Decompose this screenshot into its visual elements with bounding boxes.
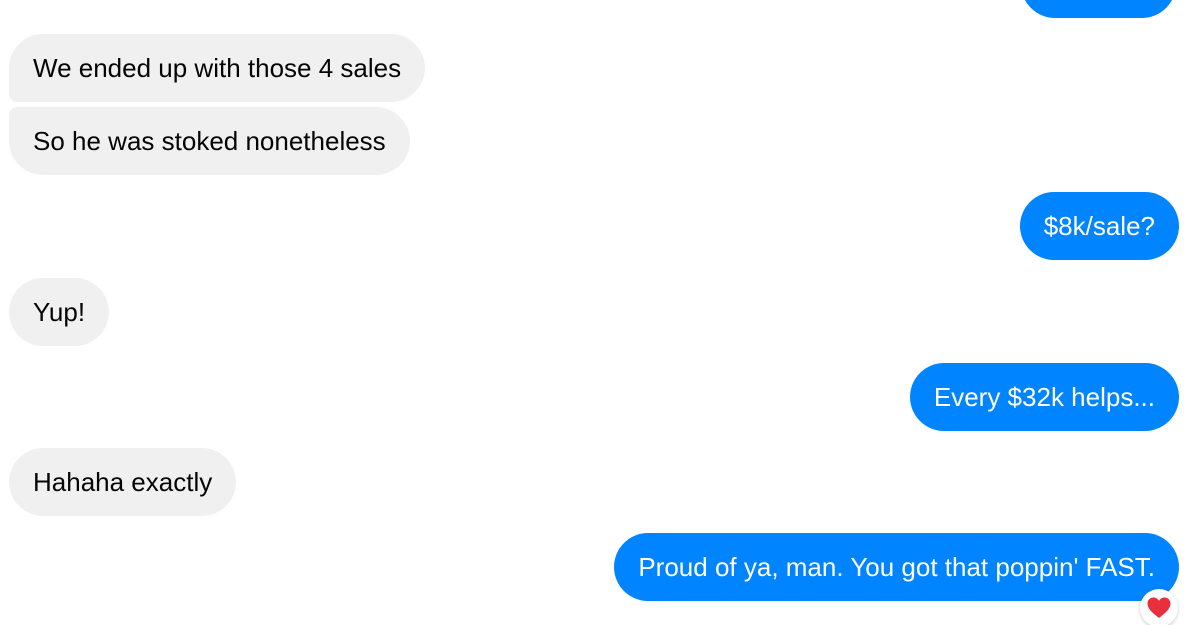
message-bubble-outgoing[interactable]: Proud of ya, man. You got that poppin' F… [614,533,1179,601]
message-bubble-outgoing[interactable]: Every $32k helps... [909,363,1179,431]
reaction-badge[interactable] [1140,589,1178,625]
message-bubble-incoming[interactable]: Hahaha exactly [9,448,237,516]
message-bubble-incoming[interactable]: Yup! [9,278,110,346]
heart-icon [1147,597,1171,618]
message-bubble-incoming[interactable]: So he was stoked nonetheless [9,107,410,175]
message-bubble-outgoing[interactable]: $8k/sale? [1019,192,1179,260]
message-bubble-outgoing-partial[interactable] [1021,0,1176,18]
message-thread: We ended up with those 4 sales So he was… [0,0,1200,625]
message-bubble-incoming[interactable]: We ended up with those 4 sales [9,34,426,102]
